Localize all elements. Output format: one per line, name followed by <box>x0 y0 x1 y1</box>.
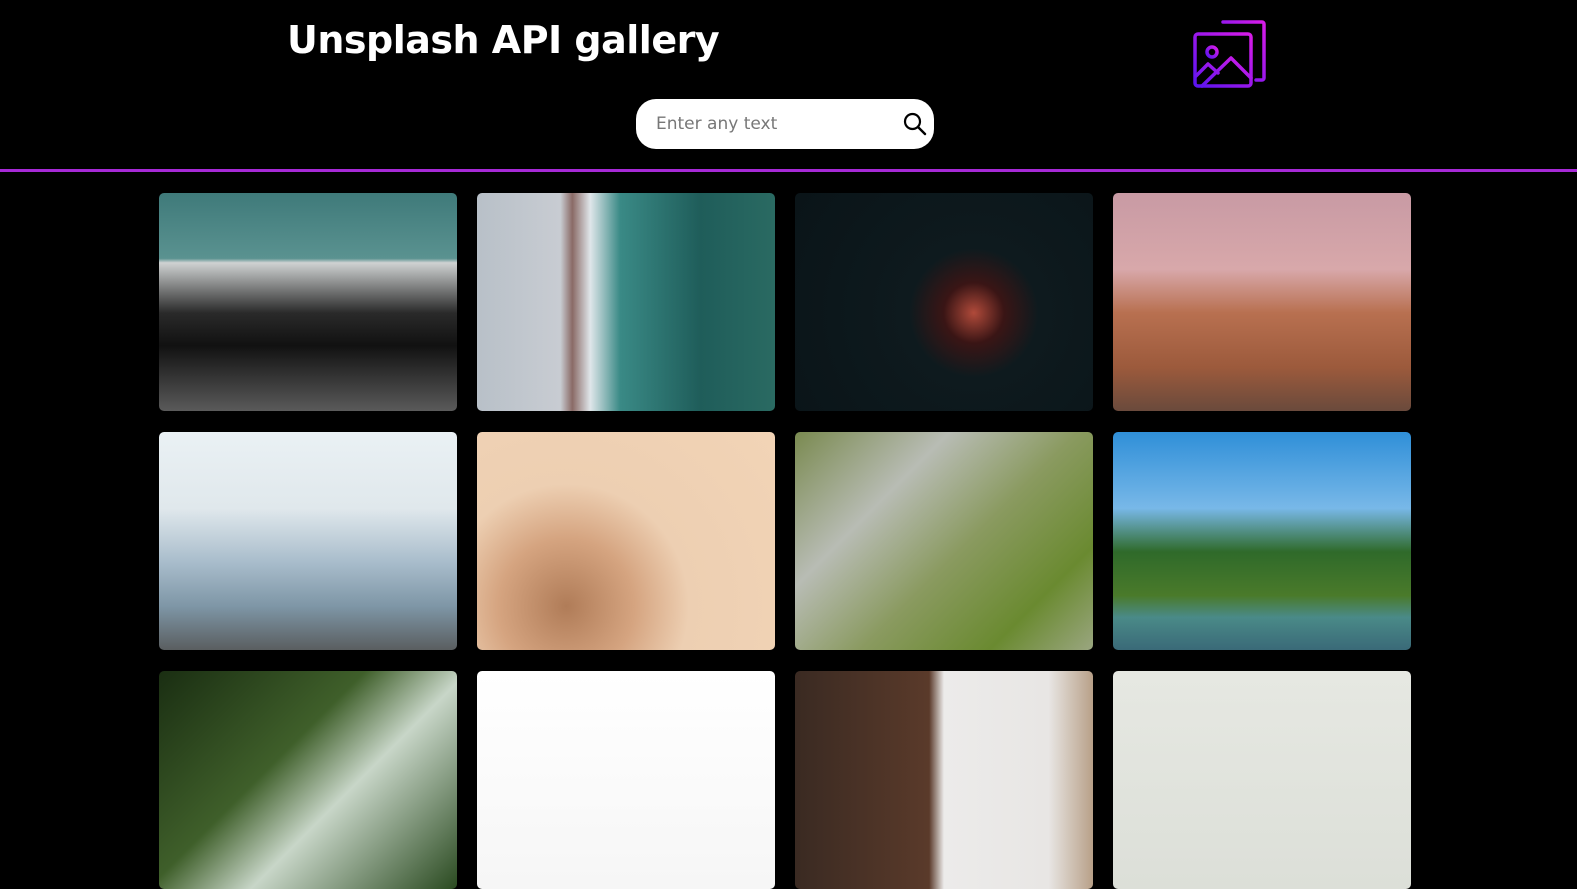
gallery-image[interactable] <box>1113 193 1411 411</box>
gallery-image[interactable] <box>1113 432 1411 650</box>
images-gallery-icon <box>1193 20 1266 88</box>
gallery-image[interactable] <box>795 193 1093 411</box>
search-input[interactable] <box>654 113 894 135</box>
gallery-image[interactable] <box>477 193 775 411</box>
gallery-image[interactable] <box>795 432 1093 650</box>
gallery-image[interactable] <box>795 671 1093 889</box>
gallery-image[interactable] <box>1113 671 1411 889</box>
gallery-image[interactable] <box>477 432 775 650</box>
search-bar <box>636 99 934 149</box>
gallery-image[interactable] <box>159 193 457 411</box>
gallery-image[interactable] <box>159 671 457 889</box>
header-divider <box>0 169 1577 172</box>
gallery-image[interactable] <box>159 432 457 650</box>
header: Unsplash API gallery <box>0 0 1577 170</box>
search-icon[interactable] <box>902 111 928 137</box>
page-title: Unsplash API gallery <box>287 18 720 62</box>
image-gallery <box>159 193 1411 889</box>
gallery-image[interactable] <box>477 671 775 889</box>
